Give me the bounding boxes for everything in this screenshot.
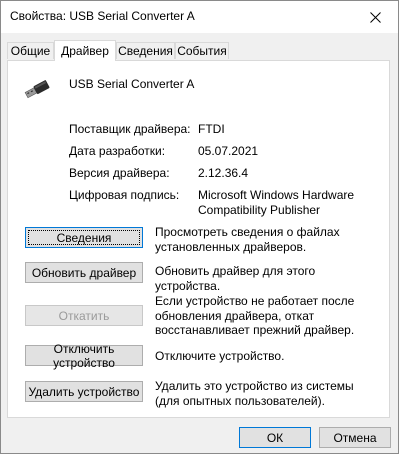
disable-device-description: Отключите устройство. bbox=[155, 349, 285, 363]
uninstall-device-button-label: Удалить устройство bbox=[28, 384, 140, 399]
properties-dialog: Свойства: USB Serial Converter A Общие Д… bbox=[0, 0, 399, 454]
version-value: 2.12.36.4 bbox=[198, 166, 249, 180]
date-label: Дата разработки: bbox=[69, 144, 166, 158]
tab-details[interactable]: Сведения bbox=[116, 42, 175, 59]
driver-tab-panel: USB Serial Converter A Поставщик драйвер… bbox=[7, 60, 390, 418]
update-driver-button-label: Обновить драйвер bbox=[31, 265, 137, 280]
focus-ring bbox=[28, 230, 140, 245]
date-value: 05.07.2021 bbox=[198, 144, 259, 158]
update-driver-description: Обновить драйвер для этого устройства. bbox=[155, 264, 316, 293]
tab-driver[interactable]: Драйвер bbox=[54, 40, 116, 61]
rollback-driver-button-label: Откатить bbox=[58, 308, 110, 323]
close-button[interactable] bbox=[353, 1, 398, 33]
version-label: Версия драйвера: bbox=[69, 166, 170, 180]
tab-events[interactable]: События bbox=[175, 42, 229, 59]
disable-device-button-label: Отключить устройство bbox=[53, 341, 115, 370]
update-driver-button[interactable]: Обновить драйвер bbox=[25, 262, 143, 283]
rollback-driver-description: Если устройство не работает после обновл… bbox=[155, 294, 355, 337]
ok-button[interactable]: ОК bbox=[239, 427, 311, 448]
uninstall-device-button[interactable]: Удалить устройство bbox=[25, 381, 143, 402]
window-title: Свойства: USB Serial Converter A bbox=[10, 9, 195, 23]
rollback-driver-button[interactable]: Откатить bbox=[25, 305, 143, 326]
tab-general[interactable]: Общие bbox=[7, 42, 54, 59]
disable-device-button[interactable]: Отключить устройство bbox=[25, 342, 143, 370]
driver-details-button[interactable]: Сведения bbox=[25, 227, 143, 248]
signature-value: Microsoft Windows Hardware Compatibility… bbox=[198, 188, 355, 217]
provider-label: Поставщик драйвера: bbox=[69, 122, 191, 136]
title-bar: Свойства: USB Serial Converter A bbox=[1, 1, 398, 33]
close-icon bbox=[370, 11, 381, 23]
uninstall-device-description: Удалить это устройство из системы (для о… bbox=[155, 379, 354, 408]
usb-connector-icon bbox=[24, 80, 50, 99]
provider-value: FTDI bbox=[198, 122, 225, 136]
signature-label: Цифровая подпись: bbox=[69, 188, 180, 202]
device-name: USB Serial Converter A bbox=[69, 77, 195, 91]
driver-details-description: Просмотреть сведения о файлах установлен… bbox=[155, 225, 340, 254]
cancel-button[interactable]: Отмена bbox=[319, 427, 391, 448]
